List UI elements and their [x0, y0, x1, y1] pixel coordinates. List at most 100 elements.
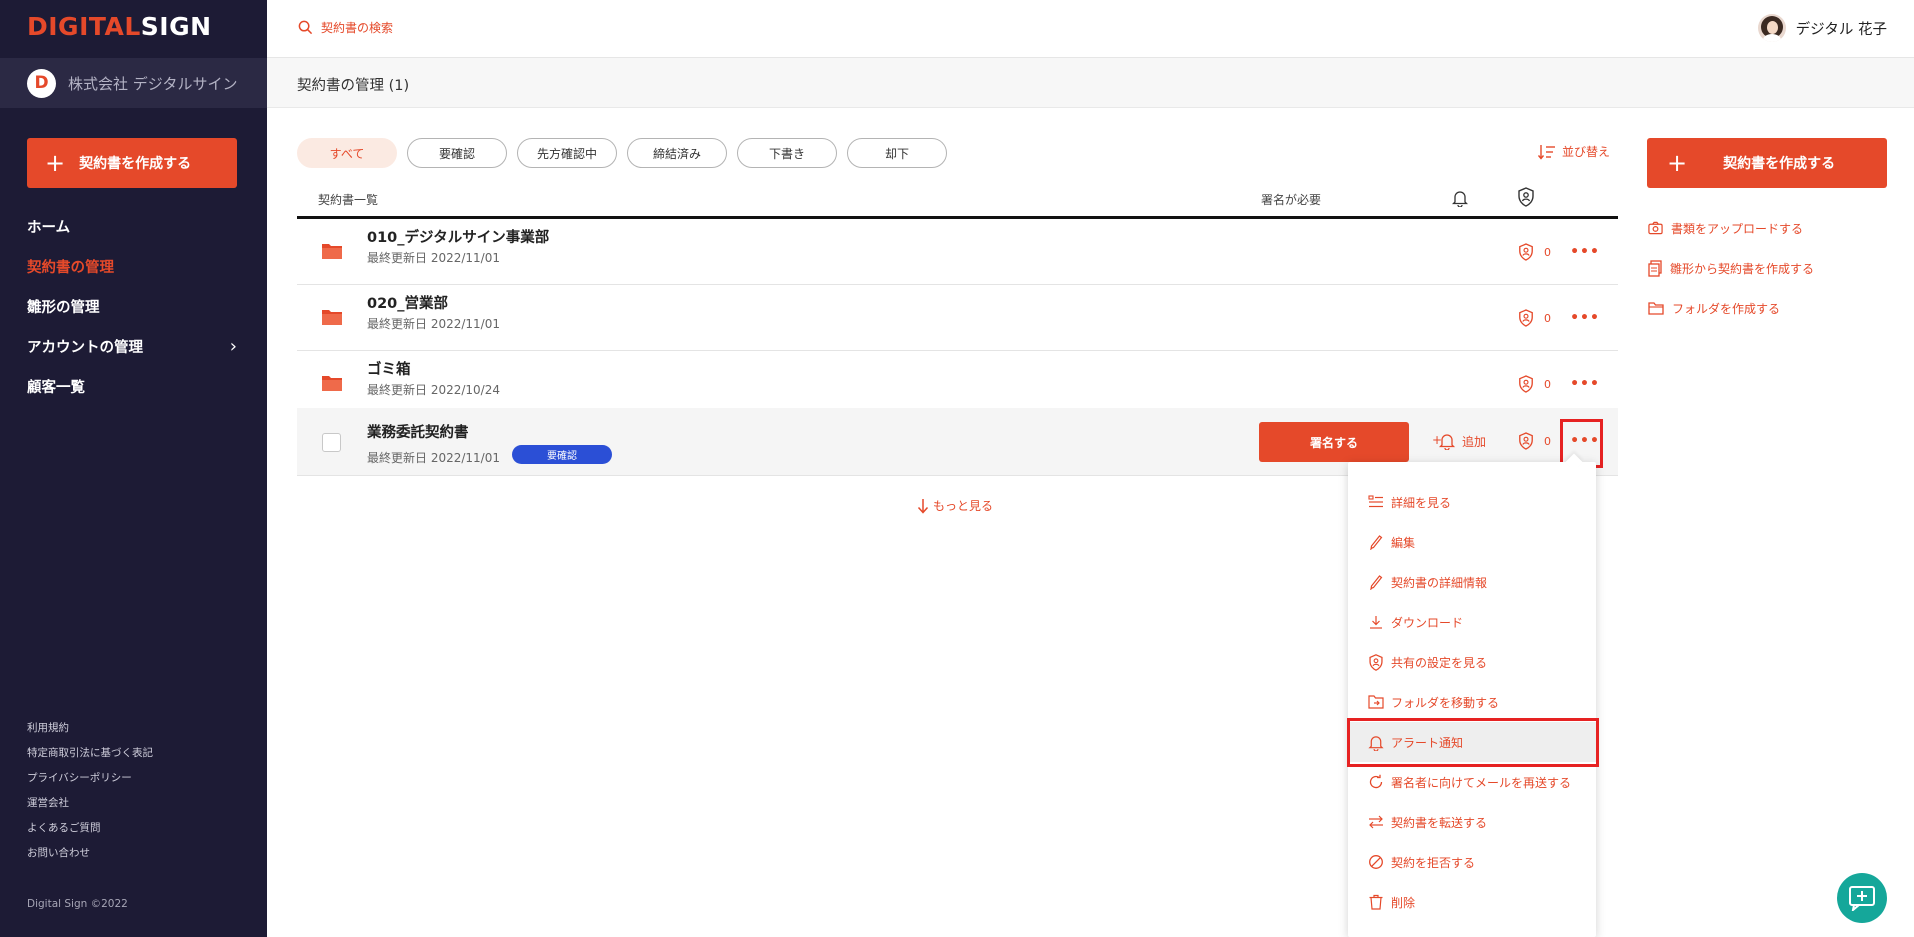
menu-item-contract-info[interactable]: 契約書の詳細情報 — [1348, 562, 1596, 602]
sidebar-item-label: 契約書の管理 — [27, 259, 114, 276]
user-menu[interactable]: デジタル 花子 — [1757, 14, 1887, 42]
filter-concluded[interactable]: 締結済み — [627, 138, 727, 168]
filter-needs-review[interactable]: 要確認 — [407, 138, 507, 168]
create-contract-button[interactable]: + 契約書を作成する — [1647, 138, 1887, 188]
row-action-menu-list: 詳細を見る 編集 契約書の詳細情報 ダウンロード 共有の設定を見る フォルダを移… — [1348, 482, 1596, 922]
upload-document-link[interactable]: 書類をアップロードする — [1648, 208, 1814, 248]
footer-link-terms[interactable]: 利用規約 — [27, 716, 153, 741]
show-more-label: もっと見る — [933, 499, 994, 513]
search-placeholder: 契約書の検索 — [321, 21, 394, 35]
create-contract-label: 契約書を作成する — [1723, 156, 1836, 172]
logo[interactable]: DIGITALSIGN — [27, 12, 212, 41]
highlight-box-alert-notification — [1347, 718, 1599, 767]
create-from-template-label: 雛形から契約書を作成する — [1670, 261, 1815, 276]
sort-button[interactable]: 並び替え — [1538, 143, 1610, 160]
create-folder-link[interactable]: フォルダを作成する — [1648, 288, 1814, 328]
menu-item-label: ダウンロード — [1391, 615, 1464, 630]
svg-text:+: + — [1432, 433, 1442, 447]
share-count[interactable]: 0 — [1518, 375, 1551, 393]
filter-all[interactable]: すべて — [297, 138, 397, 168]
sidebar-item-customers[interactable]: 顧客一覧 — [27, 366, 237, 406]
menu-item-label: 共有の設定を見る — [1391, 655, 1488, 670]
table-row[interactable]: 020_営業部 最終更新日 2022/11/01 0 ••• — [297, 285, 1618, 351]
sidebar-item-label: 雛形の管理 — [27, 299, 100, 316]
add-alert-button[interactable]: + 追加 — [1432, 432, 1486, 450]
sidebar: DIGITALSIGN D 株式会社 デジタルサイン + 契約書を作成する ホー… — [0, 0, 267, 937]
shield-icon — [1517, 187, 1535, 211]
block-icon — [1369, 855, 1383, 869]
create-from-template-link[interactable]: 雛形から契約書を作成する — [1648, 248, 1814, 288]
share-count[interactable]: 0 — [1518, 309, 1551, 327]
plus-icon: + — [45, 149, 66, 177]
table-header: 契約書一覧 署名が必要 — [297, 180, 1618, 219]
folder-icon — [322, 244, 342, 259]
shield-icon — [1369, 653, 1383, 671]
folder-outline-icon — [1648, 301, 1664, 315]
sidebar-item-label: 顧客一覧 — [27, 379, 85, 396]
menu-item-reject-contract[interactable]: 契約を拒否する — [1348, 842, 1596, 882]
filter-draft[interactable]: 下書き — [737, 138, 837, 168]
share-count[interactable]: 0 — [1518, 432, 1551, 450]
row-checkbox[interactable] — [322, 433, 341, 452]
row-date: 最終更新日 2022/11/01 — [367, 251, 500, 265]
footer-link-company[interactable]: 運営会社 — [27, 791, 153, 816]
bell-icon — [1451, 189, 1469, 211]
sidebar-create-contract-button[interactable]: + 契約書を作成する — [27, 138, 237, 188]
menu-item-view-details[interactable]: 詳細を見る — [1348, 482, 1596, 522]
page-title: 契約書の管理 (1) — [297, 78, 410, 94]
menu-item-download[interactable]: ダウンロード — [1348, 602, 1596, 642]
more-options-icon[interactable]: ••• — [1570, 308, 1599, 328]
sidebar-item-contracts[interactable]: 契約書の管理 — [27, 246, 237, 286]
sidebar-item-account[interactable]: アカウントの管理 › — [27, 326, 237, 366]
table-row[interactable]: 010_デジタルサイン事業部 最終更新日 2022/11/01 0 ••• — [297, 219, 1618, 285]
search-icon — [298, 20, 313, 35]
menu-item-delete[interactable]: 削除 — [1348, 882, 1596, 922]
sort-icon — [1538, 144, 1555, 160]
footer-link-contact[interactable]: お問い合わせ — [27, 841, 153, 866]
menu-item-move-folder[interactable]: フォルダを移動する — [1348, 682, 1596, 722]
row-name[interactable]: ゴミ箱 — [367, 358, 411, 379]
menu-item-edit[interactable]: 編集 — [1348, 522, 1596, 562]
show-more-link[interactable]: もっと見る — [917, 497, 993, 514]
footer-link-faq[interactable]: よくあるご質問 — [27, 816, 153, 841]
footer-link-privacy[interactable]: プライバシーポリシー — [27, 766, 153, 791]
menu-item-resend-email[interactable]: 署名者に向けてメールを再送する — [1348, 762, 1596, 802]
share-count-value: 0 — [1544, 377, 1551, 391]
menu-item-label: 契約書を転送する — [1391, 815, 1488, 830]
company-badge: D — [27, 68, 56, 98]
menu-item-label: 契約書の詳細情報 — [1391, 575, 1488, 590]
menu-item-forward-contract[interactable]: 契約書を転送する — [1348, 802, 1596, 842]
search-input[interactable]: 契約書の検索 — [298, 19, 393, 36]
row-name[interactable]: 業務委託契約書 — [367, 421, 469, 442]
company-switcher[interactable]: D 株式会社 デジタルサイン — [0, 58, 267, 108]
sign-button[interactable]: 署名する — [1259, 422, 1409, 462]
filter-rejected[interactable]: 却下 — [847, 138, 947, 168]
quick-actions: 書類をアップロードする 雛形から契約書を作成する フォルダを作成する — [1648, 208, 1814, 328]
row-date: 最終更新日 2022/11/01 — [367, 317, 500, 331]
pencil-icon — [1370, 535, 1383, 550]
shield-icon — [1519, 309, 1533, 327]
filter-awaiting-counterparty[interactable]: 先方確認中 — [517, 138, 617, 168]
company-name: 株式会社 デジタルサイン — [68, 74, 238, 93]
shield-icon — [1519, 375, 1533, 393]
chat-fab[interactable] — [1837, 873, 1887, 923]
share-count-value: 0 — [1544, 434, 1551, 448]
menu-item-sharing-settings[interactable]: 共有の設定を見る — [1348, 642, 1596, 682]
row-name[interactable]: 010_デジタルサイン事業部 — [367, 226, 549, 247]
bell-plus-icon: + — [1432, 433, 1456, 450]
footer-link-commerce[interactable]: 特定商取引法に基づく表記 — [27, 741, 153, 766]
refresh-icon — [1369, 774, 1383, 789]
page-header: 契約書の管理 (1) — [267, 58, 1914, 108]
sidebar-item-templates[interactable]: 雛形の管理 — [27, 286, 237, 326]
share-count[interactable]: 0 — [1518, 243, 1551, 261]
logo-part2: SIGN — [140, 12, 212, 41]
list-icon — [1368, 495, 1383, 508]
more-options-icon[interactable]: ••• — [1570, 374, 1599, 394]
more-options-icon[interactable]: ••• — [1570, 242, 1599, 262]
folder-icon — [322, 310, 342, 325]
upload-document-label: 書類をアップロードする — [1671, 221, 1804, 236]
sidebar-item-home[interactable]: ホーム — [27, 206, 237, 246]
camera-icon — [1648, 221, 1663, 235]
row-name[interactable]: 020_営業部 — [367, 292, 448, 313]
pencil-icon — [1370, 575, 1383, 590]
